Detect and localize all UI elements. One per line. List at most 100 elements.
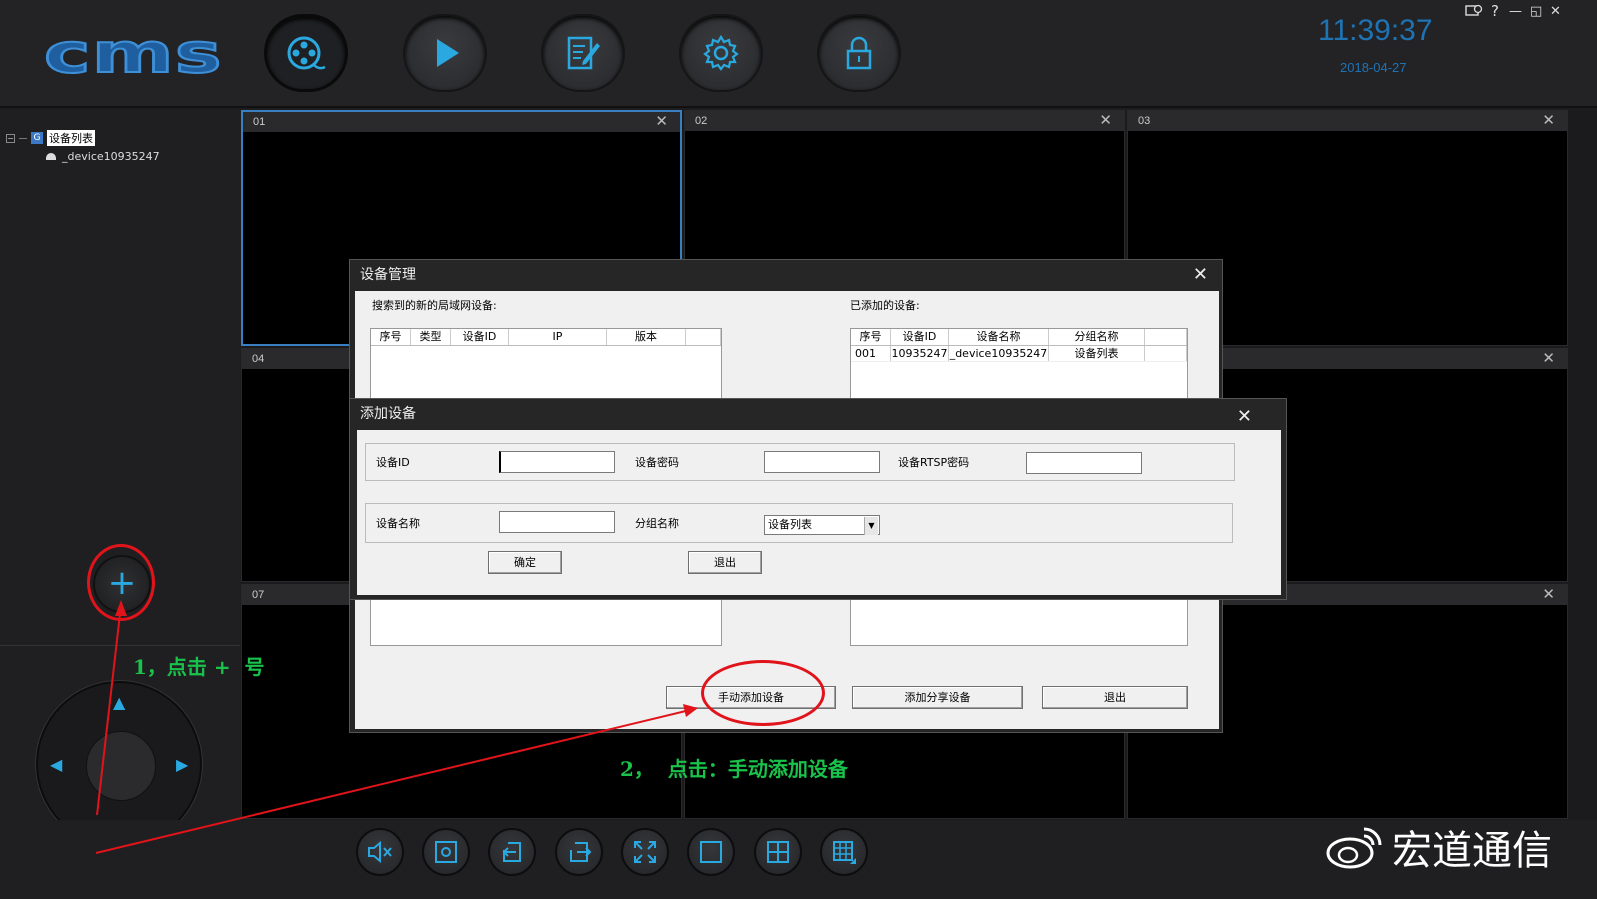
cell-header: 03 ✕	[1128, 111, 1567, 131]
name-group-group: 设备名称 分组名称 设备列表 ▼	[365, 503, 1233, 543]
column-header[interactable]: 序号	[371, 329, 411, 345]
step1-annotation: 1，点击 + 号	[133, 655, 265, 679]
import-icon	[502, 842, 521, 862]
lock-icon	[846, 36, 872, 70]
search-section-label: 搜索到的新的局域网设备:	[372, 299, 497, 312]
close-icon[interactable]: ✕	[1099, 111, 1112, 131]
nav-live-view-button[interactable]	[264, 14, 348, 92]
device-name-field[interactable]	[499, 511, 615, 533]
column-header[interactable]: 设备ID	[891, 329, 949, 345]
film-reel-icon	[287, 36, 326, 70]
table-cell: 001	[851, 346, 891, 361]
layout-4-button[interactable]	[754, 828, 802, 876]
close-icon[interactable]: ✕	[1542, 111, 1555, 131]
import-button[interactable]	[488, 828, 536, 876]
cms-logo: cms	[43, 22, 223, 85]
fullscreen-button[interactable]	[621, 828, 669, 876]
device-tree: − G 设备列表 _device10935247	[6, 130, 160, 163]
cancel-button[interactable]: 退出	[688, 551, 762, 574]
table-row[interactable]: 001 10935247 _device10935247 设备列表	[851, 346, 1187, 362]
snapshot-button[interactable]	[422, 828, 470, 876]
tree-root-row[interactable]: − G 设备列表	[6, 130, 160, 146]
table-header: 序号 设备ID 设备名称 分组名称	[851, 329, 1187, 346]
clock-date: 2018-04-27	[1340, 60, 1407, 75]
chevron-down-icon[interactable]: ▼	[864, 517, 878, 535]
column-header[interactable]: 版本	[607, 329, 686, 345]
monitor-settings-icon[interactable]	[1465, 4, 1483, 22]
document-edit-icon	[567, 36, 600, 70]
confirm-button[interactable]: 确定	[488, 551, 562, 574]
cell-number: 07	[252, 589, 265, 601]
password-field[interactable]	[764, 451, 880, 473]
cell-header: 01 ✕	[243, 112, 680, 132]
minimize-button[interactable]: —	[1509, 4, 1522, 19]
tree-root-label[interactable]: 设备列表	[47, 130, 95, 146]
mute-button[interactable]	[356, 828, 404, 876]
close-icon[interactable]: ✕	[655, 112, 668, 132]
table-header: 序号 类型 设备ID IP 版本	[371, 329, 721, 346]
weibo-logo-icon	[1326, 827, 1382, 869]
tree-device-label[interactable]: _device10935247	[62, 150, 160, 163]
nav-lock-button[interactable]	[817, 14, 901, 92]
rtsp-password-field[interactable]	[1026, 452, 1142, 474]
top-header: cms 11:39:37 2018-04-27 ? — ◱ ✕	[0, 0, 1597, 108]
dialog-body: 设备ID 设备密码 设备RTSP密码 设备名称 分组名称 设备列表 ▼ 确定 退…	[357, 430, 1281, 595]
restore-button[interactable]: ◱	[1530, 4, 1542, 19]
highlight-circle-manual-add	[701, 660, 825, 726]
single-view-icon	[700, 841, 722, 863]
column-header	[1145, 329, 1187, 345]
ptz-up-icon[interactable]: ▲	[113, 693, 125, 712]
exit-button[interactable]: 退出	[1042, 686, 1188, 709]
table-cell	[1145, 346, 1187, 361]
cell-number: 03	[1138, 115, 1151, 127]
device-id-field[interactable]	[499, 451, 615, 473]
cell-number: 01	[253, 116, 266, 128]
ptz-center-button[interactable]	[86, 731, 156, 801]
snapshot-icon	[435, 841, 457, 863]
column-header[interactable]: 分组名称	[1049, 329, 1145, 345]
dialog-titlebar: 添加设备 ✕	[350, 399, 1286, 429]
fullscreen-icon	[634, 841, 656, 863]
gear-icon	[703, 34, 739, 71]
close-icon[interactable]: ✕	[1542, 585, 1555, 605]
layout-1-button[interactable]	[687, 828, 735, 876]
nav-playback-button[interactable]	[403, 14, 487, 92]
group-name-select[interactable]: 设备列表 ▼	[764, 515, 880, 535]
help-button[interactable]: ?	[1491, 2, 1499, 20]
tree-device-row[interactable]: _device10935247	[46, 150, 160, 163]
play-icon	[437, 39, 459, 67]
export-button[interactable]	[555, 828, 603, 876]
mute-icon	[368, 840, 392, 864]
ptz-left-icon[interactable]: ◀	[50, 755, 62, 774]
close-icon[interactable]: ✕	[1193, 260, 1208, 290]
table-cell: 设备列表	[1049, 346, 1145, 361]
nav-settings-button[interactable]	[679, 14, 763, 92]
add-shared-device-button[interactable]: 添加分享设备	[852, 686, 1023, 709]
close-icon[interactable]: ✕	[1542, 349, 1555, 369]
device-id-label: 设备ID	[376, 456, 410, 469]
column-header[interactable]: 设备ID	[451, 329, 509, 345]
dialog-titlebar: 设备管理 ✕	[350, 260, 1222, 290]
close-window-button[interactable]: ✕	[1550, 4, 1561, 19]
ptz-right-icon[interactable]: ▶	[176, 755, 188, 774]
device-name-label: 设备名称	[376, 517, 420, 530]
password-label: 设备密码	[635, 456, 679, 469]
column-header[interactable]: 设备名称	[949, 329, 1049, 345]
camera-icon	[46, 153, 56, 160]
column-header[interactable]: IP	[509, 329, 607, 345]
export-icon	[570, 842, 592, 862]
highlight-circle-add	[87, 544, 155, 621]
layout-more-button[interactable]	[820, 828, 868, 876]
column-header[interactable]: 序号	[851, 329, 891, 345]
column-header[interactable]: 类型	[411, 329, 451, 345]
nav-log-button[interactable]	[541, 14, 625, 92]
collapse-toggle-icon[interactable]: −	[6, 133, 15, 143]
tree-connector	[19, 137, 27, 139]
quad-view-icon	[767, 841, 789, 863]
cms-app-window: cms 11:39:37 2018-04-27 ? — ◱ ✕ − G 设备列表…	[0, 0, 1597, 899]
dialog-title: 设备管理	[360, 267, 416, 283]
group-icon: G	[31, 132, 43, 144]
id-password-group: 设备ID 设备密码 设备RTSP密码	[365, 443, 1235, 481]
table-cell: _device10935247	[949, 346, 1049, 361]
close-icon[interactable]: ✕	[1237, 402, 1252, 432]
